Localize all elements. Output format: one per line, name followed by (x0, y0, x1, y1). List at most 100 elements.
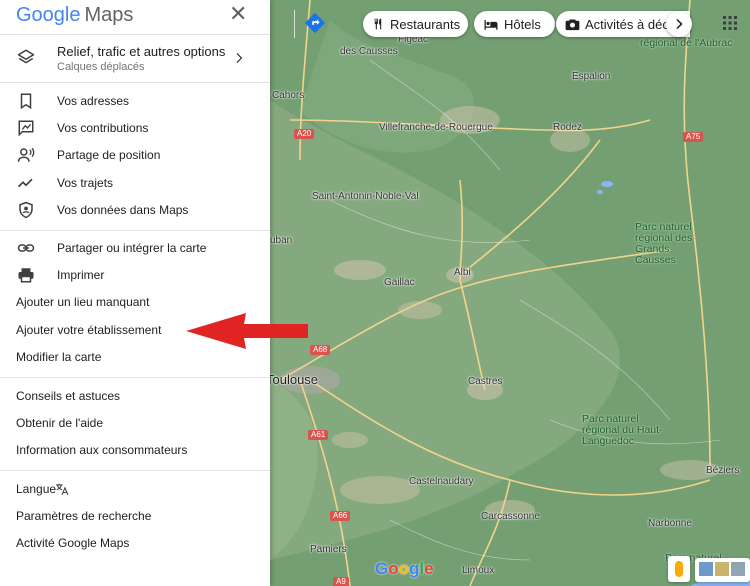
layers-subtitle: Calques déplacés (57, 61, 145, 73)
side-menu-panel: Google Maps ✕ Relief, trafic et autres op… (0, 0, 270, 586)
menu-item-label: Paramètres de recherche (16, 508, 152, 523)
link-icon (17, 244, 35, 252)
road-shield: A75 (683, 132, 704, 142)
map-canvas[interactable]: Figeac Cahors Villefranche-de-Rouergue R… (270, 0, 750, 586)
menu-item-print[interactable]: Imprimer (0, 261, 270, 288)
bookmark-icon (20, 93, 32, 110)
map-place-label: Rodez (553, 122, 582, 133)
top-bar: Restaurants Hôtels Activités à déc (270, 0, 750, 46)
menu-item-label: Obtenir de l'aide (16, 415, 104, 430)
printer-icon (18, 268, 34, 283)
menu-item-label: Partager ou intégrer la carte (57, 240, 207, 255)
chip-label: Restaurants (390, 16, 461, 32)
contributions-icon (18, 120, 34, 137)
divider (0, 377, 270, 378)
close-icon: ✕ (229, 1, 248, 26)
map-park-label: Parc naturel régional des Grands Causses (635, 221, 693, 266)
map-place-label: Gaillac (384, 277, 415, 288)
road-shield: A20 (294, 129, 315, 139)
close-menu-button[interactable]: ✕ (229, 1, 248, 26)
menu-item-language[interactable]: Langue (0, 475, 270, 502)
map-place-label: Cahors (272, 90, 305, 101)
menu-item-data[interactable]: Vos données dans Maps (0, 196, 270, 223)
map-place-label: Espalion (572, 71, 611, 82)
chip-label: Hôtels (504, 16, 541, 32)
divider (0, 82, 270, 83)
pegman-control[interactable] (668, 556, 690, 582)
menu-item-location-sharing[interactable]: Partage de position (0, 141, 270, 168)
chip-hotels[interactable]: Hôtels (474, 11, 555, 37)
map-place-label: Albi (454, 267, 471, 278)
map-place-label: Castelnaudary (409, 476, 474, 487)
menu-item-label: Langue (16, 481, 57, 496)
logo-maps: Maps (84, 4, 134, 26)
road-shield: A9 (333, 577, 349, 586)
menu-item-label: Vos données dans Maps (57, 202, 189, 217)
divider (0, 230, 270, 231)
layer-thumb-icon (731, 562, 745, 576)
timeline-icon (17, 178, 33, 188)
layer-thumb-icon (699, 562, 713, 576)
location-sharing-icon (17, 147, 35, 162)
menu-item-label: Ajouter un lieu manquant (16, 294, 150, 309)
map-place-label: Saint-Antonin-Noble-Val (312, 191, 419, 202)
menu-item-label: Partage de position (57, 147, 161, 162)
map-place-label: Toulouse (270, 372, 319, 387)
camera-icon (565, 18, 580, 31)
map-place-label: Pamiers (310, 544, 347, 555)
map-place-label: Narbonne (648, 518, 692, 529)
menu-item-tips[interactable]: Conseils et astuces (0, 382, 270, 409)
menu-item-label: Information aux consommateurs (16, 442, 188, 457)
menu-item-maps-activity[interactable]: Activité Google Maps (0, 529, 270, 556)
menu-item-label: Imprimer (57, 267, 105, 282)
red-arrow-annotation (186, 313, 308, 349)
map-place-label: des Causses (340, 46, 398, 57)
menu-item-share[interactable]: Partager ou intégrer la carte (0, 234, 270, 261)
map-place-label: Carcassonne (481, 511, 540, 522)
road-shield: A66 (330, 511, 351, 521)
directions-icon (304, 12, 326, 34)
menu-item-consumer-info[interactable]: Information aux consommateurs (0, 436, 270, 463)
menu-item-timeline[interactable]: Vos trajets (0, 169, 270, 196)
shield-icon (19, 201, 33, 219)
chip-label: Activités à déc (585, 16, 669, 32)
translate-icon (56, 483, 69, 496)
menu-item-label: Conseils et astuces (16, 388, 121, 403)
menu-item-label: Vos trajets (57, 175, 114, 190)
menu-item-help[interactable]: Obtenir de l'aide (0, 409, 270, 436)
pegman-icon (675, 561, 683, 577)
map-place-label: Béziers (706, 465, 740, 476)
menu-item-label: Vos adresses (57, 93, 130, 108)
map-place-label: Castres (468, 376, 503, 387)
chip-restaurants[interactable]: Restaurants (363, 11, 468, 37)
menu-item-contributions[interactable]: Vos contributions (0, 114, 270, 141)
chevron-right-icon (676, 18, 683, 30)
layers-title: Relief, trafic et autres options (57, 44, 226, 59)
map-place-label: uban (270, 235, 293, 246)
google-watermark: Google (375, 559, 434, 578)
bed-icon (483, 18, 499, 31)
map-park-label: Parc naturel régional du Haut-Languedoc (582, 413, 663, 447)
menu-item-label: Vos contributions (57, 120, 149, 135)
divider (0, 470, 270, 471)
menu-item-label: Activité Google Maps (16, 535, 130, 550)
directions-button[interactable] (294, 10, 335, 38)
layers-icon (17, 49, 35, 64)
google-maps-logo: Google Maps (16, 4, 133, 27)
chips-next-button[interactable] (666, 11, 692, 37)
map-place-label: Villefranche-de-Rouergue (379, 122, 493, 133)
apps-grid-icon (723, 16, 737, 30)
menu-item-label: Modifier la carte (16, 349, 102, 364)
map-place-label: Limoux (462, 565, 495, 576)
map-terrain (270, 0, 750, 586)
menu-item-saved[interactable]: Vos adresses (0, 87, 270, 114)
menu-item-search-settings[interactable]: Paramètres de recherche (0, 502, 270, 529)
menu-item-label: Ajouter votre établissement (16, 322, 162, 337)
layer-thumbnails[interactable] (695, 558, 750, 582)
fork-knife-icon (372, 17, 385, 31)
layer-thumb-icon (715, 562, 729, 576)
chevron-right-icon (236, 53, 243, 63)
road-shield: A61 (308, 430, 329, 440)
apps-button[interactable] (720, 13, 740, 33)
logo-google: Google (16, 4, 81, 26)
